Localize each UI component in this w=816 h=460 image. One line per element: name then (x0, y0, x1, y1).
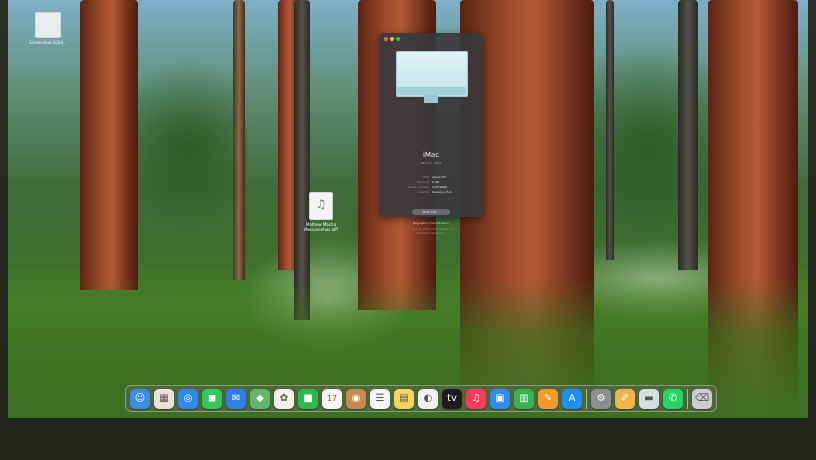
music-note-icon: ♫ (315, 197, 327, 211)
spec-list: Chip Apple M1 Memory 8 GB Serial number C02… (387, 175, 475, 195)
system-settings-icon[interactable]: ⚙ (591, 388, 611, 409)
dock-separator (687, 388, 688, 409)
window-controls (384, 37, 400, 41)
zoom-icon[interactable] (396, 37, 400, 41)
dock-glyph: ▬ (644, 392, 654, 404)
dock-glyph: ✎ (543, 392, 553, 404)
desktop-file-screenshot[interactable]: Screenshot 2024… (28, 12, 68, 45)
wallpaper-tree (80, 0, 138, 290)
dock-glyph: ◉ (351, 392, 361, 404)
desktop-file-label: Mathew Macha Mascarenhas.aiff (304, 222, 338, 232)
dock-glyph: ◐ (423, 392, 433, 404)
dock-glyph: ▣ (495, 392, 505, 404)
desktop-file-label: Screenshot 2024… (29, 40, 67, 45)
dock-glyph: ■ (303, 392, 313, 404)
dock-glyph: ◆ (256, 392, 264, 404)
maps-icon[interactable]: ◆ (250, 388, 270, 409)
safari-icon[interactable]: ◎ (178, 388, 198, 409)
dock-glyph: ✉ (231, 392, 241, 404)
trash-icon[interactable]: ⌫ (692, 388, 712, 409)
dock-glyph: A (568, 392, 576, 404)
wallpaper-foliage (128, 40, 248, 260)
utility-icon[interactable]: ✐ (615, 388, 635, 409)
dock-glyph: ✐ (620, 392, 630, 404)
desktop[interactable]: Screenshot 2024… ♫ Mathew Macha Mascaren… (8, 0, 808, 418)
device-name: iMac (422, 151, 440, 159)
spec-key: macOS (418, 190, 429, 194)
legal-text: ™ and © 1983-2024 Apple Inc. All Rights … (379, 227, 483, 235)
dock-glyph: ▥ (519, 392, 529, 404)
dock: ☺ ▦ ◎ ◼ ✉ ◆ ✿ ■ 17 ◉ ☰ ▤ ◐ tv ♫ ▣ ▥ ✎ A ⚙ ✐ ▬ ✆ ⌫ (125, 385, 717, 412)
dock-glyph: ♫ (471, 392, 481, 404)
imac-stand-shape (424, 95, 438, 103)
numbers-icon[interactable]: ▥ (514, 388, 534, 409)
legal-line: All Rights Reserved. (415, 231, 446, 235)
dock-glyph: 17 (326, 393, 338, 403)
spec-row: macOS Sequoia 15.0 (387, 190, 475, 195)
contacts-icon[interactable]: ◉ (346, 388, 366, 409)
spec-value: Sequoia 15.0 (432, 190, 452, 194)
imac-chin-shape (396, 87, 466, 95)
more-info-button[interactable]: More Info… (412, 209, 450, 215)
messages-icon[interactable]: ◼ (202, 388, 222, 409)
launchpad-icon[interactable]: ▦ (154, 388, 174, 409)
dock-glyph: ✿ (279, 392, 289, 404)
imac-illustration-icon (396, 51, 468, 103)
wallpaper-tree (606, 0, 614, 260)
dock-glyph: ▤ (399, 392, 409, 404)
keynote-icon[interactable]: ▣ (490, 388, 510, 409)
about-this-mac-window[interactable]: iMac 24-inch, 2021 Chip Apple M1 Memory 8 … (379, 33, 483, 235)
close-icon[interactable] (384, 37, 388, 41)
dock-glyph: ◎ (183, 392, 193, 404)
dock-glyph: ▦ (159, 392, 169, 404)
app-store-icon[interactable]: A (562, 388, 582, 409)
dock-glyph: ⚙ (596, 392, 606, 404)
device-model: 24-inch, 2021 (420, 161, 442, 165)
facetime-icon[interactable]: ■ (298, 388, 318, 409)
dock-glyph: ☺ (134, 392, 146, 404)
tv-icon[interactable]: tv (442, 388, 462, 409)
wallpaper-tree (233, 0, 245, 280)
pages-icon[interactable]: ✎ (538, 388, 558, 409)
audio-file-icon: ♫ (309, 192, 333, 220)
dock-glyph: ☰ (375, 392, 385, 404)
photos-icon[interactable]: ✿ (274, 388, 294, 409)
dock-glyph: ✆ (668, 392, 678, 404)
wallpaper-tree (678, 0, 698, 270)
dock-glyph: ◼ (207, 392, 217, 404)
regulatory-certification-link[interactable]: Regulatory Certification (379, 221, 483, 225)
wallpaper-tree (294, 0, 310, 320)
dock-glyph: ⌫ (694, 392, 710, 404)
dock-glyph: tv (447, 392, 457, 404)
file-thumbnail-icon (35, 12, 61, 38)
calendar-icon[interactable]: 17 (322, 388, 342, 409)
whatsapp-icon[interactable]: ✆ (663, 388, 683, 409)
reminders-icon[interactable]: ☰ (370, 388, 390, 409)
freeform-icon[interactable]: ◐ (418, 388, 438, 409)
disk-utility-icon[interactable]: ▬ (639, 388, 659, 409)
minimize-icon[interactable] (390, 37, 394, 41)
notes-icon[interactable]: ▤ (394, 388, 414, 409)
mail-icon[interactable]: ✉ (226, 388, 246, 409)
finder-icon[interactable]: ☺ (130, 388, 150, 409)
dock-separator (586, 388, 587, 409)
desktop-file-audio[interactable]: ♫ Mathew Macha Mascarenhas.aiff (298, 192, 344, 232)
music-icon[interactable]: ♫ (466, 388, 486, 409)
